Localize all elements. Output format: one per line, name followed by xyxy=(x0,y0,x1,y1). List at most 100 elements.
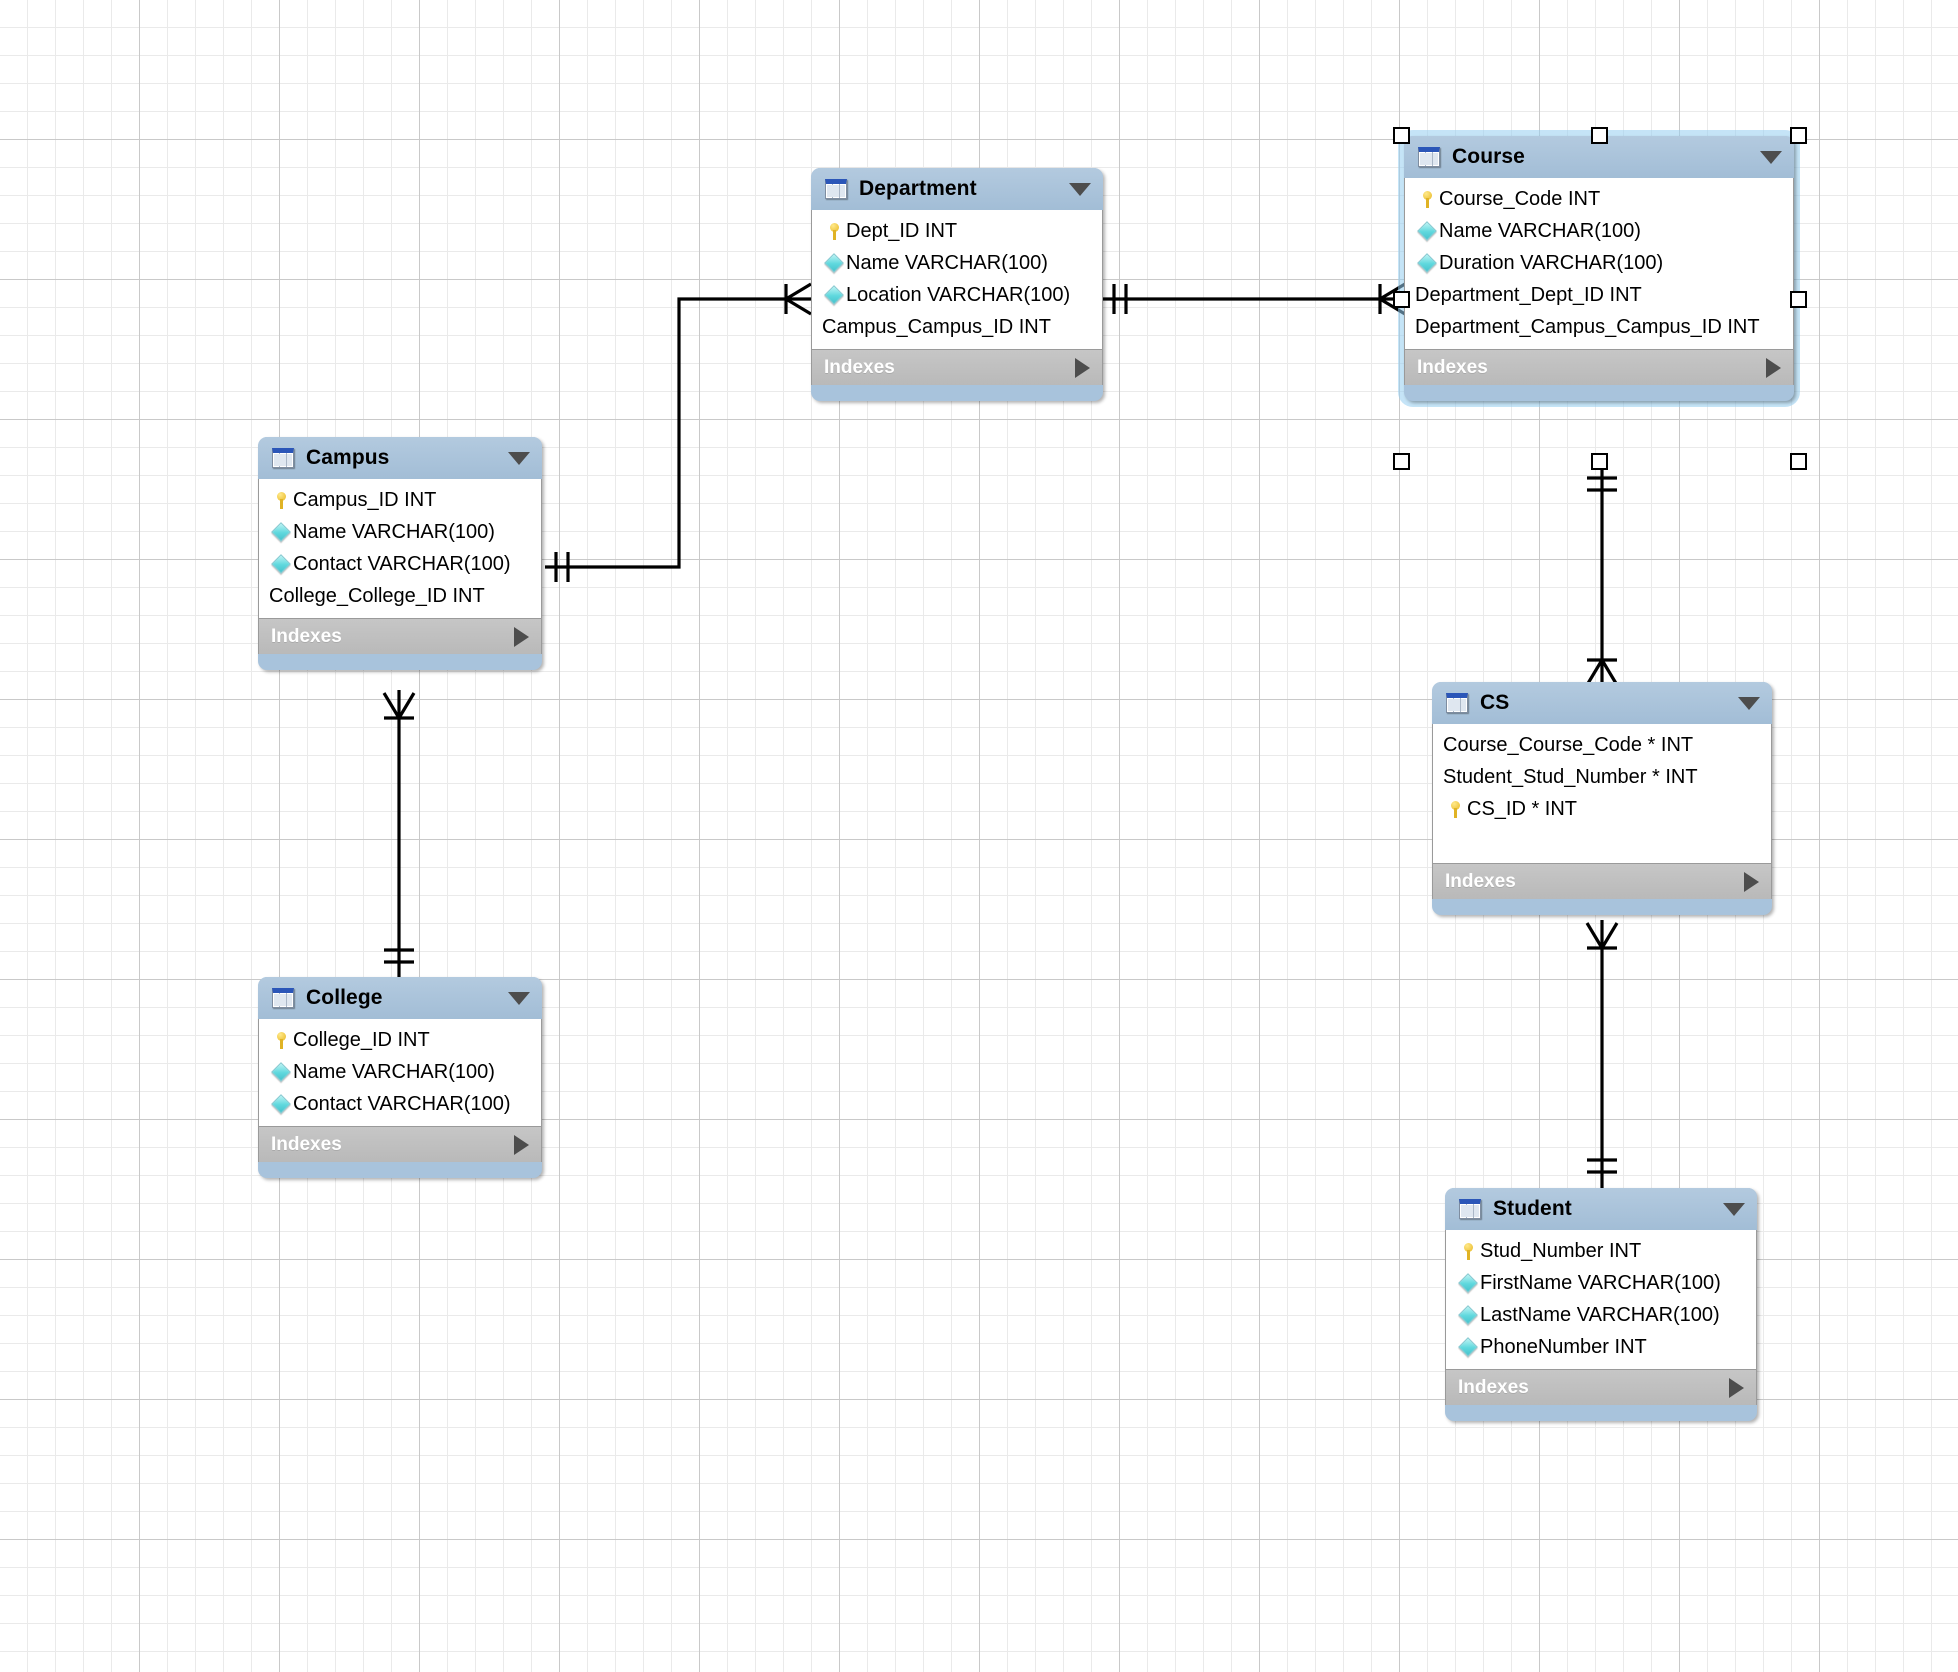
key-icon xyxy=(822,222,846,240)
key-icon xyxy=(1415,190,1439,208)
key-icon xyxy=(269,1031,293,1049)
selection-handle[interactable] xyxy=(1393,291,1410,308)
table-header-cs[interactable]: CS xyxy=(1432,682,1772,724)
table-icon xyxy=(1418,147,1440,167)
table-column[interactable] xyxy=(1433,825,1771,857)
table-column[interactable]: Stud_Number INT xyxy=(1446,1235,1756,1267)
table-column[interactable]: Department_Campus_Campus_ID INT xyxy=(1405,311,1793,343)
column-label: Dept_ID INT xyxy=(846,220,958,242)
diamond-icon xyxy=(822,285,846,305)
table-title-cs: CS xyxy=(1480,691,1510,714)
table-header-student[interactable]: Student xyxy=(1445,1188,1757,1230)
table-column[interactable]: Campus_Campus_ID INT xyxy=(812,311,1102,343)
triangle-right-icon[interactable] xyxy=(1766,357,1781,378)
column-label: Contact VARCHAR(100) xyxy=(293,553,511,575)
indexes-bar-cs[interactable]: Indexes xyxy=(1432,863,1772,899)
diamond-icon xyxy=(1415,221,1439,241)
indexes-label: Indexes xyxy=(1458,1376,1529,1398)
column-label: Location VARCHAR(100) xyxy=(846,284,1071,306)
caret-down-icon[interactable] xyxy=(1069,182,1091,196)
table-column[interactable]: Name VARCHAR(100) xyxy=(259,516,541,548)
column-label: FirstName VARCHAR(100) xyxy=(1480,1272,1721,1294)
table-column[interactable]: PhoneNumber INT xyxy=(1446,1331,1756,1363)
table-column[interactable]: Name VARCHAR(100) xyxy=(812,247,1102,279)
triangle-right-icon[interactable] xyxy=(514,626,529,647)
table-cs[interactable]: CS Course_Course_Code * INT Student_Stud_N… xyxy=(1432,682,1772,915)
indexes-bar-college[interactable]: Indexes xyxy=(258,1126,542,1162)
table-title-course: Course xyxy=(1452,145,1525,168)
column-label: College_ID INT xyxy=(293,1029,430,1051)
table-column[interactable]: College_ID INT xyxy=(259,1024,541,1056)
table-college[interactable]: College College_ID INT Name VARCHAR(100) Co… xyxy=(258,977,542,1178)
selection-handle[interactable] xyxy=(1393,453,1410,470)
table-column[interactable]: Location VARCHAR(100) xyxy=(812,279,1102,311)
key-icon xyxy=(1456,1242,1480,1260)
table-campus[interactable]: Campus Campus_ID INT Name VARCHAR(100) Cont… xyxy=(258,437,542,670)
table-column[interactable]: Name VARCHAR(100) xyxy=(259,1056,541,1088)
selection-handle[interactable] xyxy=(1591,453,1608,470)
table-department[interactable]: Department Dept_ID INT Name VARCHAR(100) Lo… xyxy=(811,168,1103,401)
relationship-campus-college xyxy=(382,690,416,977)
caret-down-icon[interactable] xyxy=(1760,150,1782,164)
column-label: Name VARCHAR(100) xyxy=(293,1061,495,1083)
table-header-campus[interactable]: Campus xyxy=(258,437,542,479)
table-course[interactable]: Course Course_Code INT Name VARCHAR(100) Du… xyxy=(1404,136,1794,401)
diamond-icon xyxy=(1415,253,1439,273)
table-columns-department: Dept_ID INT Name VARCHAR(100) Location VAR… xyxy=(811,210,1103,349)
table-column[interactable]: Student_Stud_Number * INT xyxy=(1433,761,1771,793)
diamond-icon xyxy=(1456,1305,1480,1325)
table-column[interactable]: Campus_ID INT xyxy=(259,484,541,516)
table-column[interactable]: Contact VARCHAR(100) xyxy=(259,548,541,580)
key-icon xyxy=(269,491,293,509)
table-columns-campus: Campus_ID INT Name VARCHAR(100) Contact VA… xyxy=(258,479,542,618)
table-column[interactable]: Course_Code INT xyxy=(1405,183,1793,215)
selection-handle[interactable] xyxy=(1790,127,1807,144)
diamond-icon xyxy=(269,1062,293,1082)
table-header-college[interactable]: College xyxy=(258,977,542,1019)
table-title-student: Student xyxy=(1493,1197,1572,1220)
indexes-label: Indexes xyxy=(1417,356,1488,378)
table-column[interactable]: Course_Course_Code * INT xyxy=(1433,729,1771,761)
indexes-bar-course[interactable]: Indexes xyxy=(1404,349,1794,385)
table-column[interactable]: College_College_ID INT xyxy=(259,580,541,612)
table-column[interactable]: CS_ID * INT xyxy=(1433,793,1771,825)
column-label: Course_Course_Code * INT xyxy=(1443,734,1694,756)
column-label: Name VARCHAR(100) xyxy=(846,252,1048,274)
caret-down-icon[interactable] xyxy=(1738,696,1760,710)
selection-handle[interactable] xyxy=(1393,127,1410,144)
table-column[interactable]: Duration VARCHAR(100) xyxy=(1405,247,1793,279)
column-label: Name VARCHAR(100) xyxy=(1439,220,1641,242)
triangle-right-icon[interactable] xyxy=(1075,357,1090,378)
selection-handle[interactable] xyxy=(1591,127,1608,144)
table-student[interactable]: Student Stud_Number INT FirstName VARCHAR(… xyxy=(1445,1188,1757,1421)
table-header-department[interactable]: Department xyxy=(811,168,1103,210)
column-label: Department_Campus_Campus_ID INT xyxy=(1415,316,1760,338)
indexes-label: Indexes xyxy=(824,356,895,378)
table-column[interactable]: Contact VARCHAR(100) xyxy=(259,1088,541,1120)
selection-handle[interactable] xyxy=(1790,291,1807,308)
table-column[interactable]: Department_Dept_ID INT xyxy=(1405,279,1793,311)
table-title-department: Department xyxy=(859,177,977,200)
column-label: LastName VARCHAR(100) xyxy=(1480,1304,1720,1326)
column-label: Course_Code INT xyxy=(1439,188,1601,210)
column-label: Campus_ID INT xyxy=(293,489,437,511)
caret-down-icon[interactable] xyxy=(1723,1202,1745,1216)
selection-handle[interactable] xyxy=(1790,453,1807,470)
table-column[interactable]: LastName VARCHAR(100) xyxy=(1446,1299,1756,1331)
triangle-right-icon[interactable] xyxy=(1729,1377,1744,1398)
erd-canvas[interactable]: Department Dept_ID INT Name VARCHAR(100) Lo… xyxy=(0,0,1958,1672)
indexes-bar-department[interactable]: Indexes xyxy=(811,349,1103,385)
table-icon xyxy=(825,179,847,199)
caret-down-icon[interactable] xyxy=(508,991,530,1005)
table-columns-college: College_ID INT Name VARCHAR(100) Contact V… xyxy=(258,1019,542,1126)
table-column[interactable]: FirstName VARCHAR(100) xyxy=(1446,1267,1756,1299)
triangle-right-icon[interactable] xyxy=(514,1134,529,1155)
indexes-bar-campus[interactable]: Indexes xyxy=(258,618,542,654)
indexes-bar-student[interactable]: Indexes xyxy=(1445,1369,1757,1405)
caret-down-icon[interactable] xyxy=(508,451,530,465)
diamond-icon xyxy=(822,253,846,273)
table-column[interactable]: Dept_ID INT xyxy=(812,215,1102,247)
diamond-icon xyxy=(1456,1273,1480,1293)
triangle-right-icon[interactable] xyxy=(1744,871,1759,892)
table-column[interactable]: Name VARCHAR(100) xyxy=(1405,215,1793,247)
